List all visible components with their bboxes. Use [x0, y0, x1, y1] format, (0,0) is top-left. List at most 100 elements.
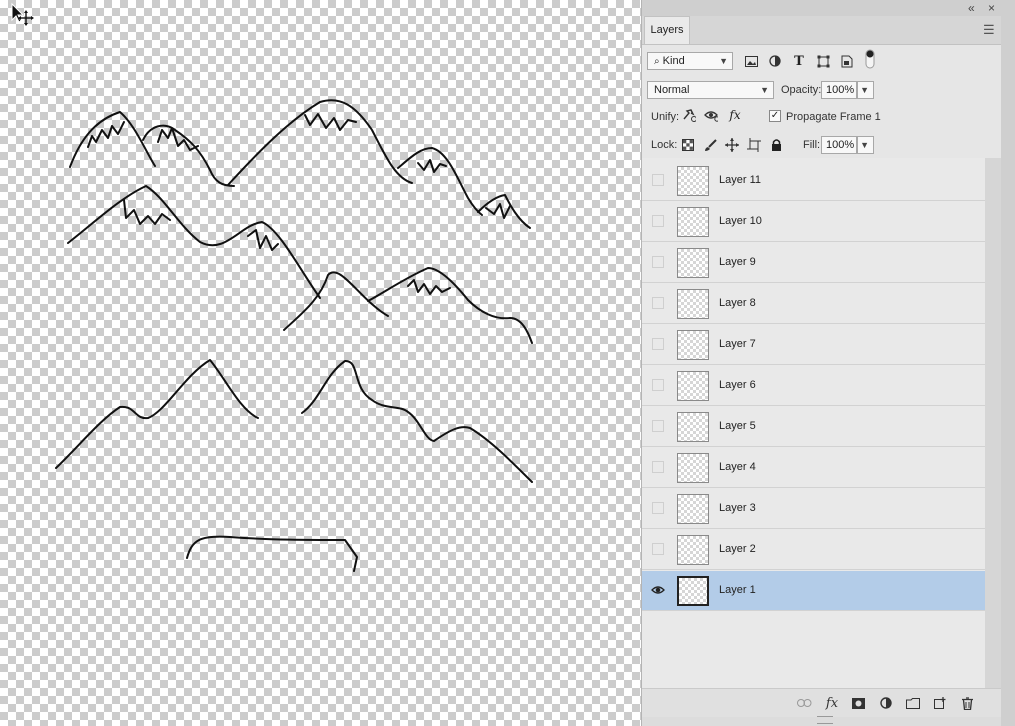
- double-chevron-left-icon[interactable]: «: [968, 1, 975, 15]
- shape-filter-icon[interactable]: [816, 54, 830, 68]
- document-canvas[interactable]: [0, 0, 641, 726]
- layer-name: Layer 7: [719, 338, 756, 350]
- layer-row[interactable]: Layer 2: [642, 530, 985, 570]
- layer-row[interactable]: Layer 1: [642, 571, 985, 611]
- blend-mode-select[interactable]: Normal ▼: [647, 81, 774, 99]
- layer-thumbnail: [677, 535, 709, 565]
- layer-thumbnail: [677, 330, 709, 360]
- layer-thumbnail: [677, 412, 709, 442]
- propagate-frame-label: Propagate Frame 1: [786, 111, 881, 123]
- smart-object-filter-icon[interactable]: [840, 54, 854, 68]
- opacity-input[interactable]: 100%: [821, 81, 857, 99]
- layer-mask-icon[interactable]: [850, 695, 866, 711]
- chevron-down-icon: ▼: [719, 56, 728, 66]
- layer-thumbnail: [677, 453, 709, 483]
- lock-position-icon[interactable]: [725, 138, 739, 152]
- layer-name: Layer 4: [719, 461, 756, 473]
- blend-row: Normal ▼ Opacity: 100% ▼: [642, 77, 1001, 104]
- hamburger-menu-icon[interactable]: ☰: [983, 22, 995, 38]
- filter-toggle-switch[interactable]: [864, 49, 876, 71]
- layers-scrollbar[interactable]: [985, 158, 1001, 688]
- visibility-toggle[interactable]: [652, 174, 664, 186]
- layer-row[interactable]: Layer 11: [642, 161, 985, 201]
- visibility-toggle[interactable]: [652, 338, 664, 350]
- close-icon[interactable]: ×: [988, 1, 995, 15]
- visibility-toggle[interactable]: [652, 297, 664, 309]
- lock-row: Lock: Fill: 100% ▼: [642, 130, 1001, 159]
- opacity-dropdown-button[interactable]: ▼: [857, 81, 874, 99]
- image-filter-icon[interactable]: [744, 54, 758, 68]
- layer-thumbnail: [677, 248, 709, 278]
- propagate-frame-checkbox[interactable]: ✓: [769, 110, 781, 122]
- unify-row: Unify: fx ✓ Propagate Frame 1: [642, 103, 1001, 131]
- blend-mode-value: Normal: [654, 84, 690, 96]
- eye-icon[interactable]: [651, 584, 665, 596]
- unify-style-icon[interactable]: fx: [726, 108, 744, 122]
- chevron-down-icon: ▼: [860, 85, 869, 95]
- unify-label: Unify:: [651, 111, 680, 123]
- layer-name: Layer 10: [719, 215, 762, 227]
- delete-icon[interactable]: [959, 695, 975, 711]
- chevron-down-icon: ▼: [760, 85, 769, 95]
- visibility-toggle[interactable]: [652, 502, 664, 514]
- layer-name: Layer 2: [719, 543, 756, 555]
- layer-name: Layer 5: [719, 420, 756, 432]
- opacity-label: Opacity:: [781, 84, 822, 96]
- filter-row: ⌕ Kind ▼ T: [642, 45, 1001, 78]
- visibility-toggle[interactable]: [652, 420, 664, 432]
- new-layer-icon[interactable]: [932, 695, 948, 711]
- unify-position-icon[interactable]: [682, 109, 696, 123]
- visibility-toggle[interactable]: [652, 379, 664, 391]
- adjustment-filter-icon[interactable]: [768, 54, 782, 68]
- visibility-toggle[interactable]: [652, 256, 664, 268]
- lock-image-pixels-icon[interactable]: [703, 138, 717, 152]
- chevron-down-icon: ▼: [860, 140, 869, 150]
- layer-row[interactable]: Layer 6: [642, 366, 985, 406]
- layer-name: Layer 3: [719, 502, 756, 514]
- layer-name: Layer 8: [719, 297, 756, 309]
- fill-label: Fill:: [803, 139, 821, 151]
- unify-visibility-icon[interactable]: [704, 109, 718, 123]
- lock-transparent-pixels-icon[interactable]: [681, 138, 695, 152]
- lock-artboard-icon[interactable]: [747, 138, 761, 152]
- layers-panel: « × Layers ☰ ⌕ Kind ▼ T Normal ▼ Opacity…: [641, 0, 1015, 726]
- layer-name: Layer 6: [719, 379, 756, 391]
- type-filter-icon[interactable]: T: [792, 54, 806, 69]
- fill-input[interactable]: 100%: [821, 136, 857, 154]
- filter-kind-select[interactable]: ⌕ Kind ▼: [647, 52, 733, 70]
- search-icon: ⌕: [654, 56, 660, 67]
- layer-row[interactable]: Layer 8: [642, 284, 985, 324]
- filter-kind-label: Kind: [662, 55, 685, 67]
- layer-row[interactable]: Layer 3: [642, 489, 985, 529]
- layer-row[interactable]: Layer 9: [642, 243, 985, 283]
- layer-thumbnail: [677, 207, 709, 237]
- layer-row[interactable]: Layer 10: [642, 202, 985, 242]
- layer-thumbnail: [677, 371, 709, 401]
- layer-thumbnail: [677, 166, 709, 196]
- visibility-toggle[interactable]: [652, 215, 664, 227]
- layers-footer-toolbar: fx: [642, 688, 1001, 717]
- panel-dock-strip: [1001, 16, 1015, 726]
- layer-name: Layer 11: [719, 174, 761, 186]
- layer-thumbnail: [677, 576, 709, 606]
- fill-dropdown-button[interactable]: ▼: [857, 136, 874, 154]
- layer-row[interactable]: Layer 5: [642, 407, 985, 447]
- lock-all-icon[interactable]: [769, 137, 783, 151]
- adjustment-layer-icon[interactable]: [878, 695, 894, 711]
- move-cursor-icon: [11, 2, 34, 26]
- layer-name: Layer 9: [719, 256, 756, 268]
- panel-resize-grip[interactable]: [817, 716, 833, 724]
- layer-row[interactable]: Layer 7: [642, 325, 985, 365]
- layers-list[interactable]: Layer 11 Layer 10 Layer 9 Layer 8 Layer 7 Lay…: [642, 158, 985, 688]
- fx-icon[interactable]: fx: [824, 695, 840, 711]
- layer-row[interactable]: Layer 4: [642, 448, 985, 488]
- tab-layers[interactable]: Layers: [644, 16, 690, 44]
- mountain-sketch-drawing: [55, 99, 533, 572]
- panel-tab-bar: Layers ☰: [642, 16, 1001, 45]
- new-group-icon[interactable]: [905, 695, 921, 711]
- visibility-toggle[interactable]: [652, 543, 664, 555]
- link-layers-icon[interactable]: [796, 695, 812, 711]
- layer-name: Layer 1: [719, 584, 756, 596]
- panel-title-bar[interactable]: « ×: [642, 0, 1015, 16]
- visibility-toggle[interactable]: [652, 461, 664, 473]
